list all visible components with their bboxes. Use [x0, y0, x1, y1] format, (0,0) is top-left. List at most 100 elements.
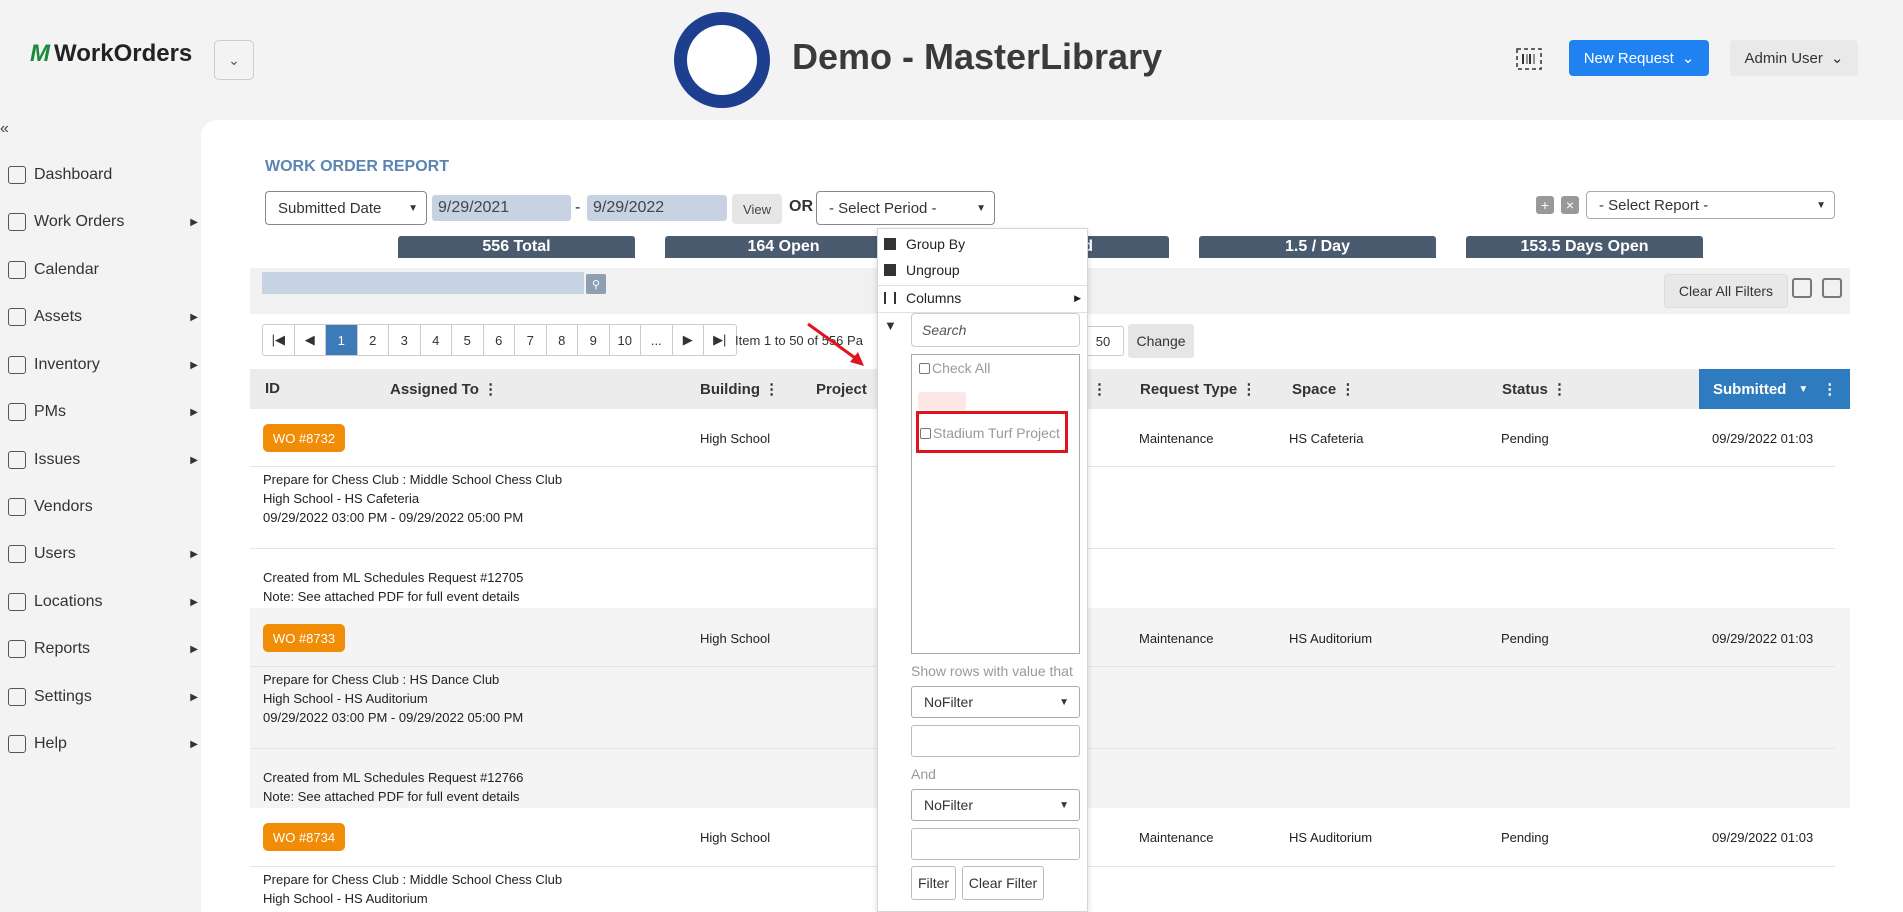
kebab-menu-icon[interactable]: ⋮ [1340, 381, 1355, 398]
kebab-menu-icon[interactable]: ⋮ [1552, 381, 1567, 398]
sidebar-item-work-orders[interactable]: Work Orders ▶ [8, 210, 198, 234]
collapse-sidebar-icon[interactable]: « [0, 120, 20, 138]
column-header-request-type[interactable]: Request Type ⋮ [1140, 380, 1256, 398]
sidebar-item-reports[interactable]: Reports ▶ [8, 637, 198, 661]
view-button[interactable]: View [732, 194, 782, 224]
sidebar-item-dashboard[interactable]: Dashboard [8, 163, 198, 187]
column-header-assigned-to[interactable]: Assigned To ⋮ [390, 380, 498, 398]
page-button[interactable]: 2 [358, 325, 389, 355]
chevron-down-icon: ⌄ [228, 51, 240, 68]
check-all-checkbox[interactable]: Check All [919, 360, 990, 376]
pms-icon [8, 403, 26, 421]
clear-filter-button[interactable]: Clear Filter [962, 866, 1044, 900]
search-input[interactable] [262, 272, 584, 294]
select-value: NoFilter [924, 797, 974, 813]
cell-status: Pending [1501, 631, 1549, 646]
filter-search-input[interactable]: Search [911, 313, 1080, 347]
delete-report-button[interactable]: × [1561, 196, 1579, 214]
print-icon[interactable] [1792, 278, 1812, 298]
column-header-project[interactable]: Project ⋮ [816, 380, 886, 398]
app-logo[interactable]: M WorkOrders [30, 40, 192, 68]
row-description: Prepare for Chess Club : Middle School C… [263, 870, 562, 908]
gear-icon [8, 688, 26, 706]
barcode-scan-icon[interactable] [1516, 48, 1542, 70]
filter-value-input-2[interactable] [911, 828, 1080, 860]
page-button[interactable]: 8 [547, 325, 578, 355]
sidebar-item-inventory[interactable]: Inventory ▶ [8, 353, 198, 377]
user-name: Admin User [1744, 49, 1823, 67]
menu-item-label: Columns [906, 290, 962, 306]
sidebar-item-issues[interactable]: Issues ▶ [8, 448, 198, 472]
sidebar-item-settings[interactable]: Settings ▶ [8, 685, 198, 709]
app-switcher-button[interactable]: ⌄ [214, 40, 254, 80]
panther-mascot-icon [687, 25, 757, 95]
page-button[interactable]: 9 [578, 325, 610, 355]
sidebar-item-locations[interactable]: Locations ▶ [8, 590, 198, 614]
report-select[interactable]: - Select Report - ▼ [1586, 191, 1835, 219]
date-to-input[interactable]: 9/29/2022 [587, 195, 727, 221]
sidebar-item-vendors[interactable]: Vendors [8, 495, 198, 519]
save-icon[interactable] [1822, 278, 1842, 298]
ungroup-icon [884, 264, 896, 276]
page-button[interactable]: ... [641, 325, 673, 355]
sidebar-item-help[interactable]: Help ▶ [8, 732, 198, 756]
kebab-menu-icon[interactable]: ⋮ [1092, 380, 1107, 398]
work-order-badge[interactable]: WO #8733 [263, 624, 345, 652]
date-from-input[interactable]: 9/29/2021 [432, 195, 571, 221]
search-icon[interactable]: ⚲ [586, 274, 606, 294]
checkbox-label: Check All [932, 360, 991, 376]
column-header-submitted[interactable]: Submitted ▼ ⋮ [1699, 369, 1850, 409]
date-field-select[interactable]: Submitted Date ▼ [265, 191, 427, 225]
help-icon [8, 735, 26, 753]
user-menu-button[interactable]: Admin User ⌄ [1730, 40, 1858, 76]
prev-page-button[interactable]: ◀ [295, 325, 326, 355]
caret-right-icon: ▶ [190, 548, 198, 560]
column-header-space[interactable]: Space ⋮ [1292, 380, 1355, 398]
menu-item-columns[interactable]: Columns ▶ [878, 285, 1087, 311]
select-value: NoFilter [924, 694, 974, 710]
and-label: And [911, 766, 936, 782]
work-order-badge[interactable]: WO #8734 [263, 823, 345, 851]
filter-value-input-1[interactable] [911, 725, 1080, 757]
cell-building: High School [700, 631, 771, 646]
sidebar-item-users[interactable]: Users ▶ [8, 542, 198, 566]
page-button[interactable]: 4 [421, 325, 452, 355]
next-page-button[interactable]: ▶ [673, 325, 704, 355]
column-header-id[interactable]: ID [265, 380, 280, 397]
kebab-menu-icon[interactable]: ⋮ [483, 381, 498, 398]
clear-all-filters-button[interactable]: Clear All Filters [1664, 274, 1788, 308]
change-page-size-button[interactable]: Change [1128, 324, 1194, 358]
first-page-button[interactable]: |◀ [263, 325, 295, 355]
kebab-menu-icon[interactable]: ⋮ [1241, 381, 1256, 398]
page-button[interactable]: 3 [389, 325, 421, 355]
sidebar-item-calendar[interactable]: Calendar [8, 258, 198, 282]
sidebar-item-assets[interactable]: Assets ▶ [8, 305, 198, 329]
sidebar-item-pms[interactable]: PMs ▶ [8, 400, 198, 424]
filter-operator-select-1[interactable]: NoFilter ▼ [911, 686, 1080, 718]
sidebar-item-label: Work Orders [34, 213, 125, 230]
page-button[interactable]: 6 [484, 325, 515, 355]
sort-desc-icon[interactable]: ▼ [1798, 384, 1808, 395]
description-line: High School - HS Cafeteria [263, 491, 420, 506]
new-request-button[interactable]: New Request ⌄ [1569, 40, 1709, 76]
page-button[interactable]: 5 [452, 325, 484, 355]
filter-button[interactable]: Filter [911, 866, 956, 900]
location-pin-icon [8, 593, 26, 611]
note-line: Created from ML Schedules Request #12766 [263, 770, 524, 785]
kebab-menu-icon[interactable]: ⋮ [1822, 380, 1837, 398]
page-button[interactable]: 1 [326, 325, 358, 355]
cell-request-type: Maintenance [1139, 431, 1214, 446]
period-select[interactable]: - Select Period - ▼ [816, 191, 995, 225]
page-button[interactable]: 7 [515, 325, 547, 355]
page-size-input[interactable]: 50 [1082, 326, 1124, 356]
work-order-badge[interactable]: WO #8732 [263, 424, 345, 452]
column-header-status[interactable]: Status ⋮ [1502, 380, 1567, 398]
last-page-button[interactable]: ▶| [704, 325, 736, 355]
filter-operator-select-2[interactable]: NoFilter ▼ [911, 789, 1080, 821]
page-button[interactable]: 10 [610, 325, 641, 355]
menu-item-ungroup[interactable]: Ungroup [878, 257, 1087, 283]
menu-item-group-by[interactable]: Group By [878, 231, 1087, 257]
column-header-building[interactable]: Building ⋮ [700, 380, 779, 398]
add-report-button[interactable]: + [1536, 196, 1554, 214]
kebab-menu-icon[interactable]: ⋮ [764, 381, 779, 398]
